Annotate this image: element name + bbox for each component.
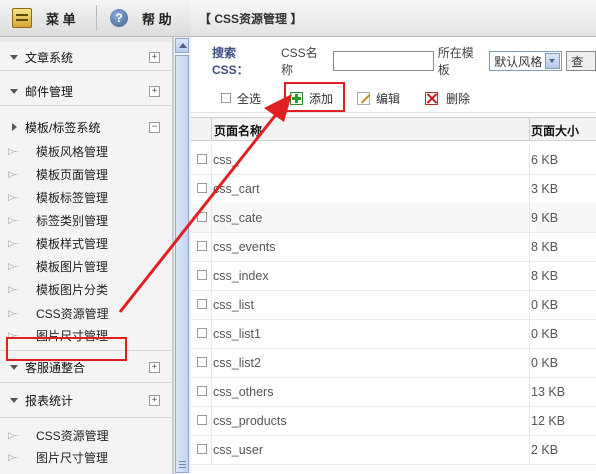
- annotation-arrow: [118, 94, 292, 313]
- arrow-head-icon: [264, 94, 292, 122]
- arrow-shaft: [118, 111, 280, 313]
